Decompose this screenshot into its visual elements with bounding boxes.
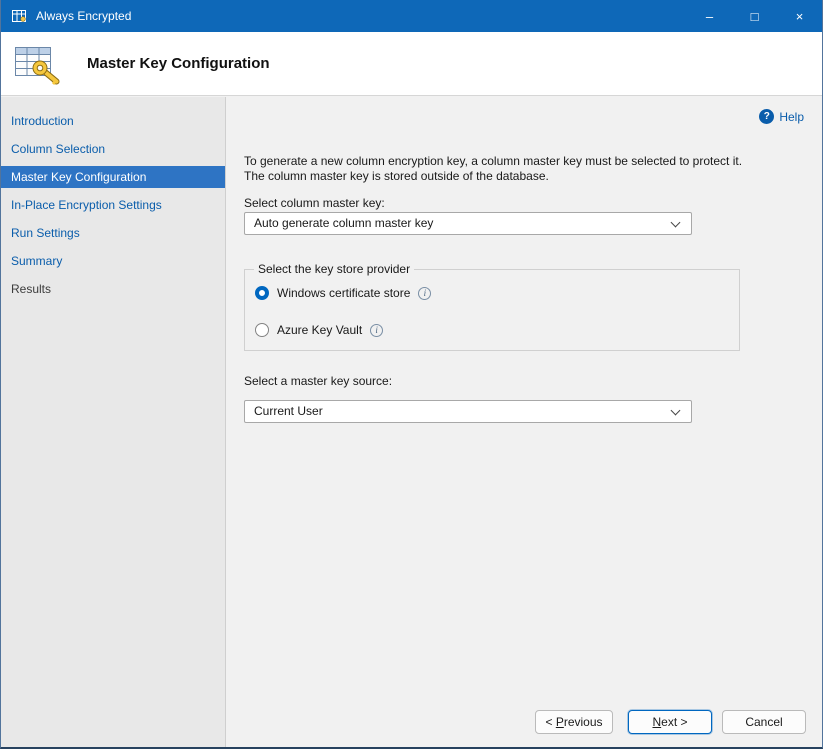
intro-text: To generate a new column encryption key,…	[244, 154, 749, 184]
sidebar-item-summary[interactable]: Summary	[1, 250, 225, 272]
always-encrypted-window: Always Encrypted – □ ×	[0, 0, 823, 749]
master-key-source-label: Select a master key source:	[244, 374, 392, 388]
radio-selected-icon	[255, 286, 269, 300]
close-icon: ×	[796, 9, 804, 24]
wizard-steps-sidebar: Introduction Column Selection Master Key…	[1, 97, 226, 747]
minimize-button[interactable]: –	[687, 0, 732, 32]
always-encrypted-app-icon	[11, 8, 27, 24]
window-title: Always Encrypted	[36, 9, 131, 23]
table-key-icon	[13, 41, 61, 87]
sidebar-item-in-place-encryption-settings[interactable]: In-Place Encryption Settings	[1, 194, 225, 216]
minimize-icon: –	[706, 9, 713, 24]
next-label-post: ext >	[661, 715, 687, 729]
sidebar-item-introduction[interactable]: Introduction	[1, 110, 225, 132]
sidebar-item-column-selection[interactable]: Column Selection	[1, 138, 225, 160]
column-master-key-label: Select column master key:	[244, 196, 385, 210]
title-bar: Always Encrypted – □ ×	[1, 0, 822, 32]
help-link[interactable]: ? Help	[759, 109, 804, 124]
radio-azure-key-vault[interactable]: Azure Key Vault i	[255, 323, 383, 337]
info-icon[interactable]: i	[418, 287, 431, 300]
chevron-down-icon	[671, 218, 681, 228]
radio-unselected-icon	[255, 323, 269, 337]
master-key-source-combobox[interactable]: Current User	[244, 400, 692, 423]
cancel-button[interactable]: Cancel	[722, 710, 806, 734]
master-key-source-value: Current User	[254, 404, 323, 418]
previous-label-post: revious	[564, 715, 603, 729]
key-store-provider-group-title: Select the key store provider	[254, 262, 414, 276]
radio-windows-certificate-store[interactable]: Windows certificate store i	[255, 286, 431, 300]
radio-azure-key-vault-label: Azure Key Vault	[277, 323, 362, 337]
previous-button-label: < Previous	[545, 715, 602, 729]
maximize-button[interactable]: □	[732, 0, 777, 32]
radio-windows-certificate-store-label: Windows certificate store	[277, 286, 410, 300]
sidebar-item-results: Results	[1, 278, 225, 300]
previous-button[interactable]: < Previous	[535, 710, 613, 734]
cancel-button-label: Cancel	[745, 715, 782, 729]
previous-label-accesskey: P	[556, 715, 564, 729]
next-label-accesskey: N	[652, 715, 661, 729]
sidebar-item-master-key-configuration[interactable]: Master Key Configuration	[1, 166, 225, 188]
main-content: ? Help To generate a new column encrypti…	[227, 97, 822, 747]
column-master-key-combobox[interactable]: Auto generate column master key	[244, 212, 692, 235]
wizard-header: Master Key Configuration	[1, 32, 822, 96]
next-button[interactable]: Next >	[628, 710, 712, 734]
previous-label-pre: <	[545, 715, 555, 729]
info-icon[interactable]: i	[370, 324, 383, 337]
window-controls: – □ ×	[687, 0, 822, 32]
sidebar-item-run-settings[interactable]: Run Settings	[1, 222, 225, 244]
help-label: Help	[779, 110, 804, 124]
maximize-icon: □	[751, 9, 759, 24]
help-icon: ?	[759, 109, 774, 124]
key-store-provider-groupbox: Select the key store provider Windows ce…	[244, 269, 740, 351]
next-button-label: Next >	[652, 715, 687, 729]
page-title: Master Key Configuration	[87, 55, 270, 72]
column-master-key-value: Auto generate column master key	[254, 216, 433, 230]
chevron-down-icon	[671, 406, 681, 416]
close-button[interactable]: ×	[777, 0, 822, 32]
